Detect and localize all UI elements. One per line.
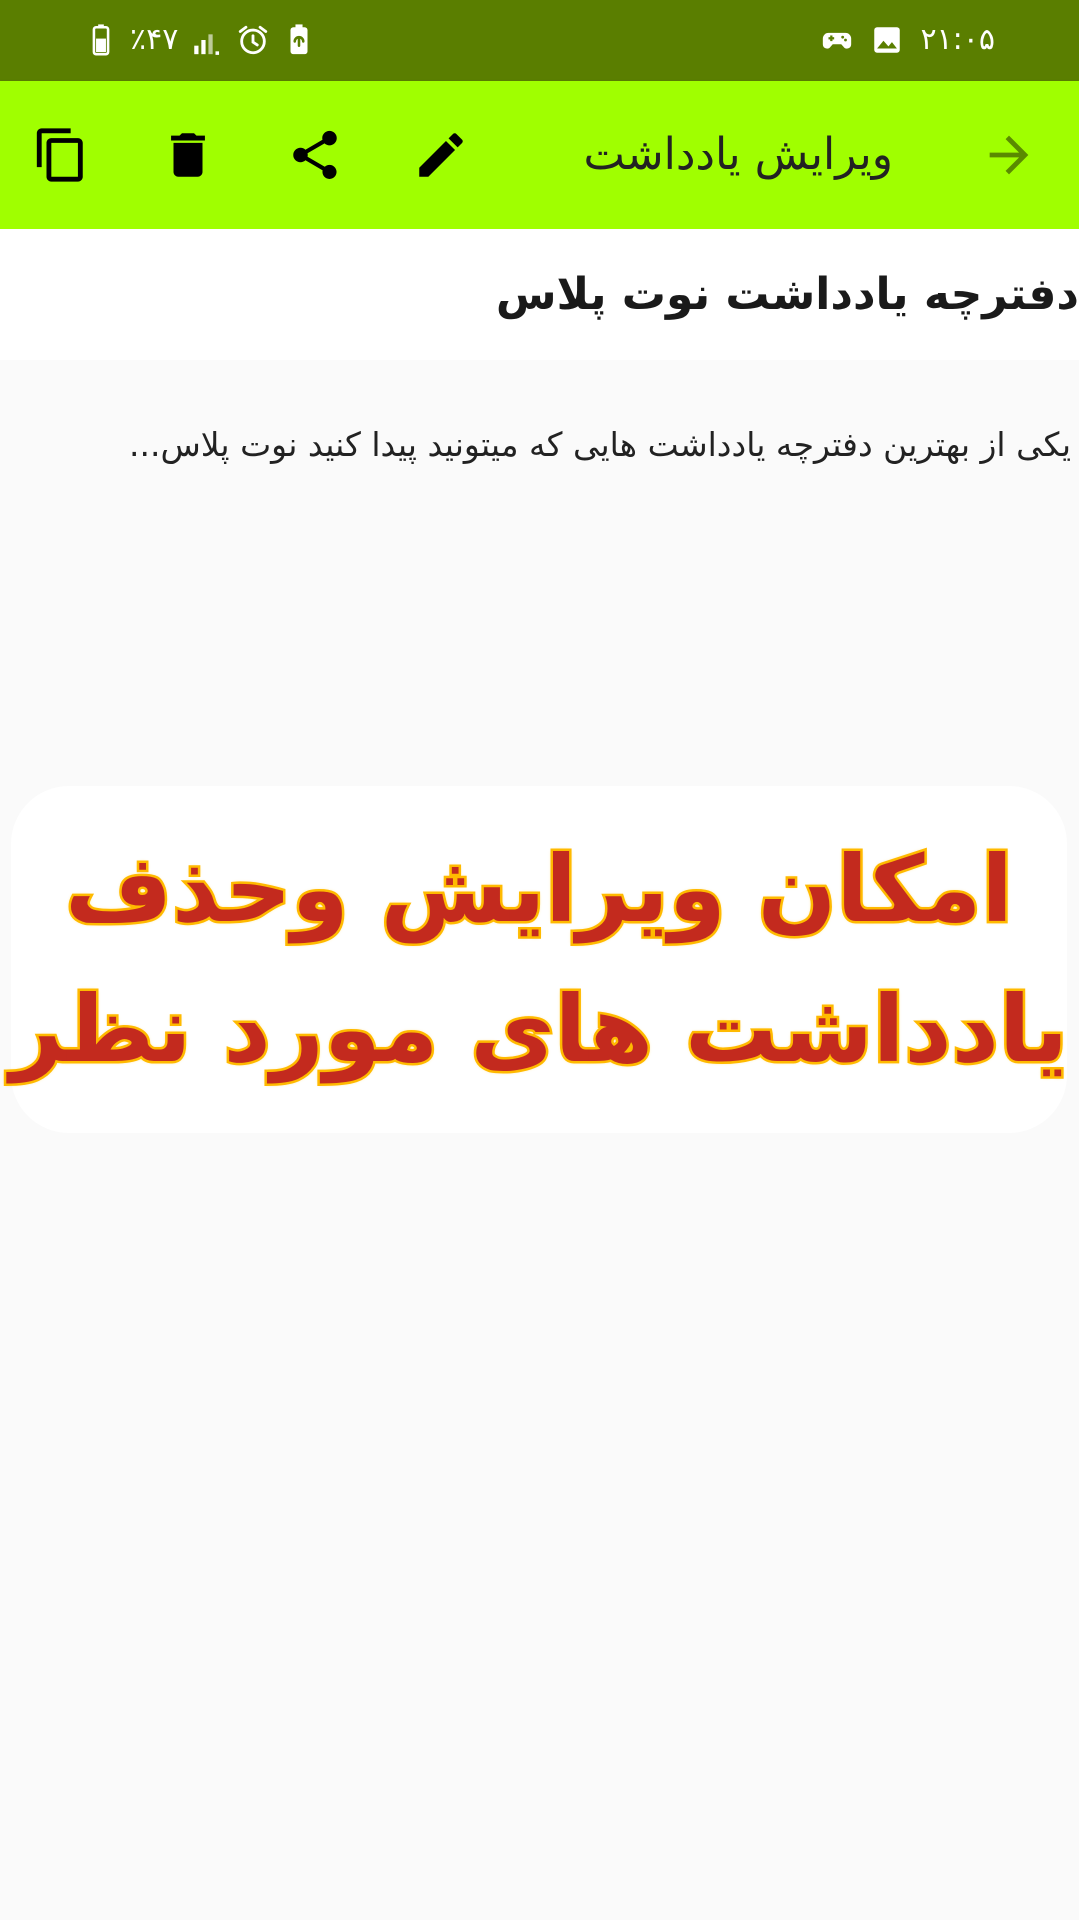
promo-banner: امکان ویرایش وحذف یادداشت های مورد نظر xyxy=(8,786,1071,1133)
battery-saver-icon xyxy=(282,23,316,57)
arrow-back-icon xyxy=(980,126,1038,184)
back-button[interactable] xyxy=(972,118,1046,192)
page-title: ویرایش یادداشت xyxy=(583,129,893,180)
share-button[interactable] xyxy=(278,118,352,192)
image-icon xyxy=(870,23,904,57)
gamepad-icon xyxy=(820,23,854,57)
copy-button[interactable] xyxy=(24,118,98,192)
note-body[interactable]: یکی از بهترین دفترچه یادداشت هایی که میت… xyxy=(111,415,1071,475)
status-time: ۲۱:۰۵ xyxy=(920,22,995,57)
signal-icon xyxy=(190,23,224,57)
share-icon xyxy=(286,126,344,184)
alarm-icon xyxy=(236,23,270,57)
edit-button[interactable] xyxy=(404,118,478,192)
note-title-bar: دفترچه یادداشت نوت پلاس xyxy=(0,229,1079,360)
battery-percent: ٪۴۷ xyxy=(130,22,179,57)
banner-line-1: امکان ویرایش وحذف xyxy=(63,833,1016,945)
battery-icon xyxy=(84,23,118,57)
copy-icon xyxy=(32,126,90,184)
edit-pencil-icon xyxy=(412,126,470,184)
delete-button[interactable] xyxy=(151,118,225,192)
note-title[interactable]: دفترچه یادداشت نوت پلاس xyxy=(496,229,1079,360)
status-left-group: ٪۴۷ xyxy=(84,18,316,62)
banner-line-2: یادداشت های مورد نظر xyxy=(8,973,1071,1085)
status-right-group: ۲۱:۰۵ xyxy=(820,18,995,62)
delete-trash-icon xyxy=(159,126,217,184)
status-bar: ٪۴۷ ۲۱:۰۵ xyxy=(0,0,1079,81)
app-toolbar: ویرایش یادداشت xyxy=(0,81,1079,229)
